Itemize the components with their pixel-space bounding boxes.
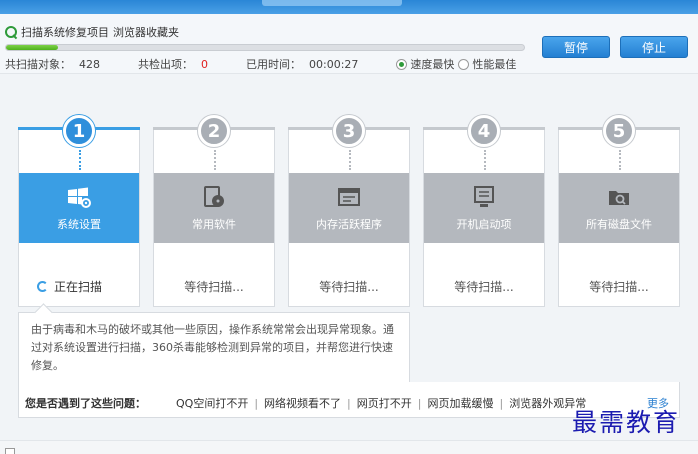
step-description: 由于病毒和木马的破坏或其他一些原因，操作系统常常会出现异常现象。通过对系统设置进… (18, 312, 410, 386)
issues-row: 您是否遇到了这些问题： QQ空间打不开 | 网络视频看不了 | 网页打不开 | … (25, 395, 586, 411)
found-label: 共检出项： (138, 58, 193, 71)
step-card-memory-programs: 3 内存活跃程序 等待扫描... (288, 115, 410, 307)
step-number: 1 (63, 115, 95, 147)
scan-item-detail: 浏览器收藏夹 (113, 26, 179, 39)
mode-fastest-radio[interactable]: 速度最快 (396, 56, 454, 72)
step-card-startup-items: 4 开机启动项 等待扫描... (423, 115, 545, 307)
step-card-system-settings: 1 系统设置 正在扫描 (18, 115, 140, 307)
step-connector (349, 150, 351, 170)
memory-window-icon (338, 188, 360, 206)
scanned-value: 428 (79, 57, 100, 71)
scan-current-item: 扫描系统修复项目 浏览器收藏夹 (5, 24, 179, 40)
disk-folder-search-icon (609, 191, 629, 205)
magnifier-icon (5, 26, 17, 38)
separator: | (347, 396, 351, 410)
scan-steps: 1 系统设置 正在扫描 2 常用软件 等待扫描... 3 内存活跃程序 等待扫描… (18, 115, 680, 310)
step-status-text: 等待扫描... (454, 280, 514, 294)
step-label: 系统设置 (57, 218, 101, 231)
mode-performance-label: 性能最佳 (472, 58, 517, 71)
step-status-text: 正在扫描 (54, 280, 103, 294)
found-value: 0 (201, 57, 208, 71)
bottom-bar (0, 440, 698, 454)
windows-gear-icon (68, 187, 91, 208)
step-card-common-software: 2 常用软件 等待扫描... (153, 115, 275, 307)
scan-stats: 共扫描对象： 428 共检出项： 0 已用时间： 00:00:27 速度最快 性… (5, 56, 516, 72)
step-status-text: 等待扫描... (589, 280, 649, 294)
step-label: 开机启动项 (456, 218, 512, 231)
title-bar-logo (262, 0, 402, 6)
issue-link-webpage[interactable]: 网页打不开 (357, 395, 412, 411)
issues-heading: 您是否遇到了这些问题： (25, 397, 146, 410)
step-panel: 开机启动项 (424, 173, 544, 243)
spinner-icon (37, 281, 48, 292)
step-number: 2 (198, 115, 230, 147)
step-number: 4 (468, 115, 500, 147)
separator: | (254, 396, 259, 410)
radio-dot (458, 58, 470, 70)
stop-button[interactable]: 停止 (620, 36, 688, 58)
step-number: 5 (603, 115, 635, 147)
step-card-all-disk-files: 5 所有磁盘文件 等待扫描... (558, 115, 680, 307)
mode-performance-radio[interactable]: 性能最佳 (458, 56, 516, 72)
step-status-text: 等待扫描... (319, 280, 379, 294)
scanned-label: 共扫描对象： (5, 58, 71, 71)
scan-header: 扫描系统修复项目 浏览器收藏夹 共扫描对象： 428 共检出项： 0 已用时间：… (0, 14, 698, 74)
step-number: 3 (333, 115, 365, 147)
watermark: 最需教育 (572, 408, 681, 437)
pause-button[interactable]: 暂停 (542, 36, 610, 58)
step-label: 所有磁盘文件 (586, 218, 652, 231)
title-bar (0, 0, 698, 14)
step-status: 正在扫描 (19, 278, 139, 295)
step-status-text: 等待扫描... (184, 280, 244, 294)
scan-item-label: 扫描系统修复项目 (21, 26, 109, 39)
software-box-icon (204, 186, 224, 207)
startup-monitor-icon (474, 186, 494, 207)
mode-fastest-label: 速度最快 (410, 58, 455, 71)
issue-link-video[interactable]: 网络视频看不了 (264, 395, 341, 411)
scan-progress-fill (6, 45, 58, 50)
step-panel: 内存活跃程序 (289, 173, 409, 243)
radio-dot (396, 58, 408, 70)
step-connector (619, 150, 621, 170)
elapsed-label: 已用时间： (246, 58, 301, 71)
issue-link-slow-load[interactable]: 网页加载缓慢 (427, 395, 493, 411)
step-label: 内存活跃程序 (316, 218, 382, 231)
step-panel: 所有磁盘文件 (559, 173, 679, 243)
issue-link-qzone[interactable]: QQ空间打不开 (176, 395, 248, 411)
separator: | (499, 396, 504, 410)
step-panel: 系统设置 (19, 173, 139, 243)
step-panel: 常用软件 (154, 173, 274, 243)
step-connector (79, 150, 81, 170)
step-connector (214, 150, 216, 170)
scan-progress-bar (5, 44, 525, 51)
step-connector (484, 150, 486, 170)
auto-action-checkbox[interactable] (5, 448, 15, 454)
step-label: 常用软件 (192, 218, 236, 231)
elapsed-value: 00:00:27 (309, 57, 359, 71)
separator: | (417, 396, 422, 410)
